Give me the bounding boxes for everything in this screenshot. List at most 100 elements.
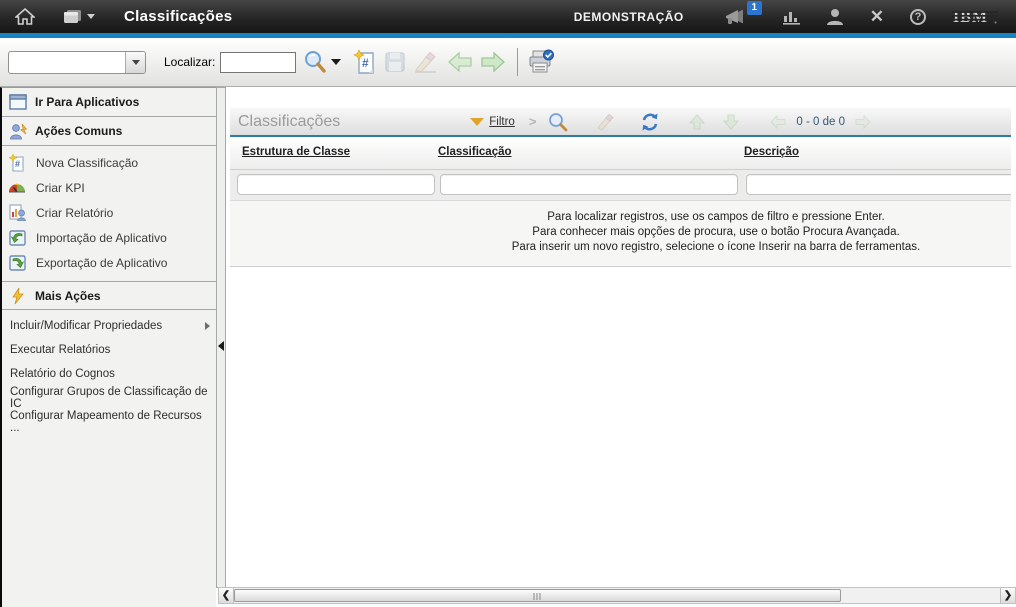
pagination-label: 0 - 0 de 0 — [796, 116, 845, 128]
table-filter-row — [230, 170, 1011, 201]
applications-menu-icon[interactable] — [62, 9, 96, 25]
page-title: Classificações — [124, 8, 232, 25]
ibm-logo: IBM — [952, 8, 998, 25]
lightning-icon — [7, 287, 29, 305]
submenu-arrow-icon — [205, 322, 210, 330]
previous-record-icon[interactable] — [447, 51, 473, 73]
sidebar-item-configurar-mapeamento-recursos[interactable]: Configurar Mapeamento de Recursos ... — [2, 410, 216, 434]
horizontal-scrollbar[interactable]: ❮ ❯ — [218, 587, 1016, 604]
sidebar-item-label: Criar Relatório — [36, 206, 113, 220]
table-header-row: Estrutura de Classe Classificação Descri… — [230, 137, 1011, 170]
table-clear-icon[interactable] — [596, 113, 616, 131]
column-header-descricao[interactable]: Descrição — [744, 146, 799, 158]
sidebar-item-criar-kpi[interactable]: Criar KPI — [2, 175, 216, 200]
export-application-icon — [6, 255, 28, 271]
sidebar-item-incluir-modificar-propriedades[interactable]: Incluir/Modificar Propriedades — [2, 314, 216, 338]
sidebar-section-label: Mais Ações — [35, 289, 101, 303]
refresh-icon[interactable] — [640, 112, 660, 132]
table-toolbar: Classificações Filtro > — [230, 108, 1011, 137]
scroll-right-arrow[interactable]: ❯ — [1000, 588, 1015, 603]
bulletin-board-icon[interactable]: 1 — [724, 8, 748, 26]
sidebar-item-label: Nova Classificação — [36, 156, 138, 170]
sidebar: Ir Para Aplicativos Ações Comuns # — [0, 87, 216, 607]
notification-badge: 1 — [747, 1, 762, 15]
sidebar-item-label: Configurar Mapeamento de Recursos ... — [10, 410, 210, 434]
filter-link[interactable]: Filtro — [489, 116, 515, 128]
kpi-gauge-icon — [6, 182, 28, 193]
scroll-left-arrow[interactable]: ❮ — [219, 588, 234, 603]
application-toolbar: Localizar: # — [0, 38, 1016, 87]
save-record-icon[interactable] — [384, 51, 406, 73]
reports-chart-icon[interactable] — [782, 9, 802, 25]
hint-line: Para conhecer mais opções de procura, us… — [230, 225, 1011, 240]
sidebar-section-label: Ir Para Aplicativos — [35, 95, 139, 109]
clear-changes-icon[interactable] — [413, 51, 437, 73]
sidebar-section-common-actions[interactable]: Ações Comuns — [2, 117, 216, 146]
app-header: Classificações DEMONSTRAÇÃO 1 — [0, 0, 1016, 33]
new-classification-icon: # — [6, 154, 28, 172]
scrollbar-grip — [533, 593, 542, 600]
previous-page-icon[interactable] — [770, 115, 786, 129]
next-record-icon[interactable] — [480, 51, 506, 73]
application-window-icon — [7, 94, 29, 110]
filter-input-classificacao[interactable] — [440, 174, 738, 195]
sidebar-item-criar-relatorio[interactable]: Criar Relatório — [2, 200, 216, 225]
sidebar-item-label: Criar KPI — [36, 181, 85, 195]
report-icon — [6, 204, 28, 221]
collapse-left-icon — [218, 341, 224, 351]
sidebar-item-label: Incluir/Modificar Propriedades — [10, 320, 162, 332]
environment-label: DEMONSTRAÇÃO — [574, 10, 684, 24]
help-icon[interactable]: ? — [910, 9, 926, 25]
new-record-icon[interactable]: # — [353, 49, 377, 75]
sidebar-item-label: Relatório do Cognos — [10, 368, 115, 380]
filter-input-descricao[interactable] — [746, 174, 1011, 195]
common-actions-icon — [7, 123, 29, 140]
column-header-estrutura[interactable]: Estrutura de Classe — [242, 146, 350, 158]
localizar-label: Localizar: — [164, 55, 215, 69]
chevron-down-icon — [87, 14, 95, 19]
sidebar-item-label: Exportação de Aplicativo — [36, 256, 167, 270]
column-header-classificacao[interactable]: Classificação — [438, 146, 512, 158]
sidebar-item-label: Importação de Aplicativo — [36, 231, 167, 245]
sidebar-item-label: Executar Relatórios — [10, 344, 110, 356]
previous-row-icon[interactable] — [688, 113, 706, 131]
sidebar-item-exportacao-aplicativo[interactable]: Exportação de Aplicativo — [2, 250, 216, 275]
profile-icon[interactable] — [826, 8, 844, 25]
chevron-right-icon: > — [529, 114, 537, 129]
print-icon[interactable] — [527, 49, 555, 75]
next-page-icon[interactable] — [855, 115, 871, 129]
table-search-icon[interactable] — [548, 112, 568, 132]
scrollbar-thumb[interactable] — [234, 589, 841, 602]
application-window: Classificações DEMONSTRAÇÃO 1 — [0, 0, 1016, 607]
combobox-dropdown-button[interactable] — [125, 52, 145, 73]
empty-table-hints: Para localizar registros, use os campos … — [230, 201, 1011, 267]
classifications-panel: Classificações Filtro > — [230, 108, 1011, 267]
next-row-icon[interactable] — [722, 113, 740, 131]
hint-line: Para localizar registros, use os campos … — [230, 210, 1011, 225]
sidebar-collapse-handle[interactable] — [216, 87, 226, 588]
filter-triangle-icon[interactable] — [470, 118, 484, 126]
sidebar-item-nova-classificacao[interactable]: # Nova Classificação — [2, 150, 216, 175]
sidebar-item-importacao-aplicativo[interactable]: Importação de Aplicativo — [2, 225, 216, 250]
filter-input-estrutura[interactable] — [237, 174, 435, 195]
svg-text:#: # — [362, 56, 369, 70]
sidebar-item-executar-relatorios[interactable]: Executar Relatórios — [2, 338, 216, 362]
sidebar-section-label: Ações Comuns — [35, 124, 122, 138]
toolbar-separator — [517, 48, 518, 76]
table-title: Classificações — [238, 113, 340, 131]
search-options-dropdown-icon[interactable] — [331, 59, 341, 65]
search-input[interactable] — [220, 52, 296, 73]
close-session-icon[interactable]: ✕ — [870, 8, 884, 25]
hint-line: Para inserir um novo registro, selecione… — [230, 240, 1011, 255]
sidebar-section-more-actions[interactable]: Mais Ações — [2, 281, 216, 310]
sidebar-item-configurar-grupos-classificacao[interactable]: Configurar Grupos de Classificação de IC — [2, 386, 216, 410]
import-application-icon — [6, 230, 28, 246]
main-content: Classificações Filtro > — [226, 87, 1011, 607]
sidebar-section-go-to-applications[interactable]: Ir Para Aplicativos — [2, 88, 216, 117]
sidebar-item-label: Configurar Grupos de Classificação de IC — [10, 386, 210, 410]
record-combobox[interactable] — [8, 51, 146, 74]
sidebar-item-relatorio-do-cognos[interactable]: Relatório do Cognos — [2, 362, 216, 386]
svg-text:#: # — [15, 159, 20, 169]
search-icon[interactable] — [303, 50, 327, 74]
home-icon[interactable] — [12, 8, 38, 25]
